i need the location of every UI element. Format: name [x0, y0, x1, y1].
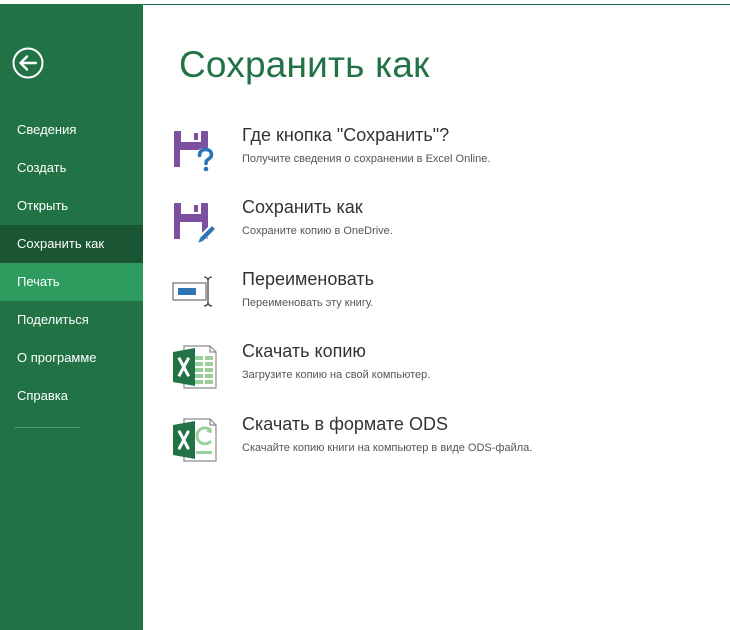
- back-arrow-circle-icon: [12, 47, 44, 79]
- ods-download-icon: [173, 418, 217, 462]
- save-as-icon: [174, 203, 218, 244]
- option-title: Сохранить как: [242, 197, 363, 217]
- option-description: Скачайте копию книги на компьютер в виде…: [242, 442, 533, 454]
- back-button[interactable]: [12, 47, 44, 79]
- excel-download-icon: [173, 345, 217, 389]
- sidebar-item-save-as[interactable]: Сохранить как: [0, 225, 143, 263]
- option-description: Переименовать эту книгу.: [242, 297, 374, 309]
- sidebar-item-label: Сведения: [17, 122, 77, 137]
- rename-icon: [172, 276, 213, 307]
- option-where-is-save[interactable]: Где кнопка "Сохранить"? Получите сведени…: [165, 125, 685, 187]
- option-title: Переименовать: [242, 269, 374, 289]
- sidebar-item-print[interactable]: Печать: [0, 263, 143, 301]
- sidebar-item-label: Сохранить как: [17, 236, 105, 251]
- option-download-ods[interactable]: Скачать в формате ODS Скачайте копию кни…: [165, 414, 685, 476]
- option-save-as[interactable]: Сохранить как Сохраните копию в OneDrive…: [165, 197, 685, 259]
- sidebar-item-label: Создать: [17, 160, 67, 175]
- option-title: Где кнопка "Сохранить"?: [242, 125, 450, 145]
- sidebar-item-label: Открыть: [17, 198, 69, 213]
- sidebar-item-info[interactable]: Сведения: [0, 111, 143, 149]
- sidebar-item-label: Печать: [17, 274, 60, 289]
- sidebar-item-help[interactable]: Справка: [0, 377, 143, 415]
- sidebar-item-label: Справка: [17, 388, 68, 403]
- top-border: [143, 4, 730, 5]
- sidebar-item-open[interactable]: Открыть: [0, 187, 143, 225]
- option-description: Сохраните копию в OneDrive.: [242, 225, 393, 237]
- sidebar-nav: Сведения Создать Открыть Сохранить как П…: [0, 111, 143, 415]
- option-title: Скачать копию: [242, 341, 366, 361]
- option-description: Загрузите копию на свой компьютер.: [242, 369, 431, 381]
- backstage-sidebar: Сведения Создать Открыть Сохранить как П…: [0, 4, 143, 630]
- option-title: Скачать в формате ODS: [242, 414, 448, 434]
- sidebar-item-label: О программе: [17, 350, 97, 365]
- page-title: Сохранить как: [179, 44, 430, 85]
- option-download-copy[interactable]: Скачать копию Загрузите копию на свой ко…: [165, 341, 685, 403]
- sidebar-item-about[interactable]: О программе: [0, 339, 143, 377]
- option-rename[interactable]: Переименовать Переименовать эту книгу.: [165, 269, 685, 331]
- sidebar-item-share[interactable]: Поделиться: [0, 301, 143, 339]
- option-description: Получите сведения о сохранении в Excel O…: [242, 153, 491, 165]
- save-question-icon: [174, 131, 217, 172]
- sidebar-item-new[interactable]: Создать: [0, 149, 143, 187]
- sidebar-item-label: Поделиться: [17, 312, 89, 327]
- sidebar-divider: [14, 427, 80, 428]
